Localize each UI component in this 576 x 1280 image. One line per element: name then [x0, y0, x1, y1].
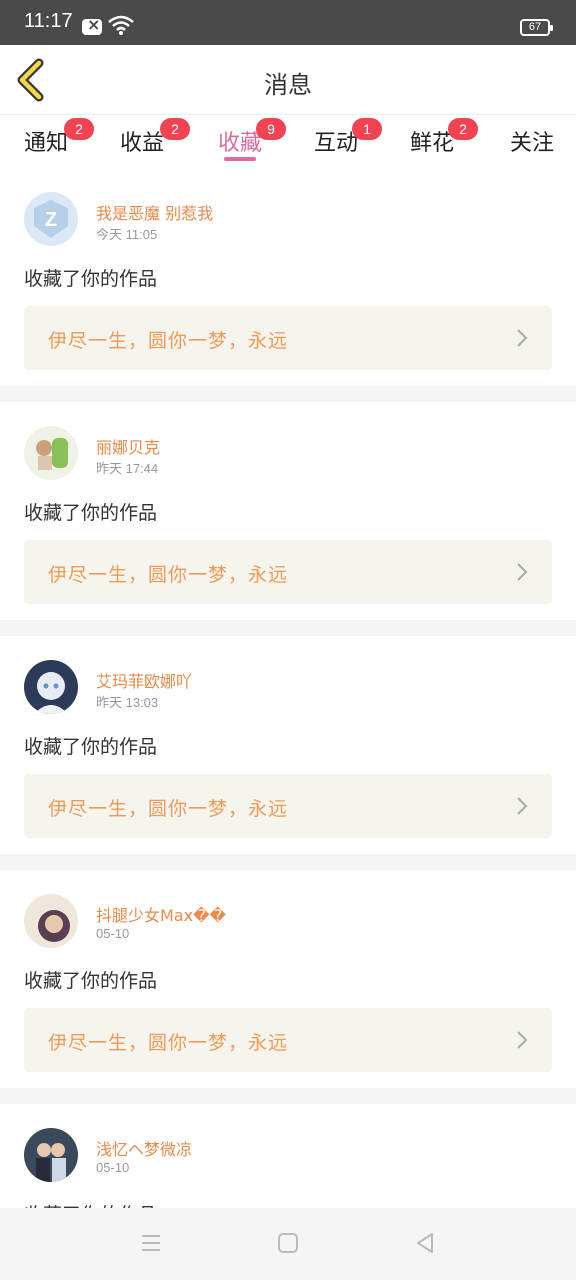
- header: 消息: [0, 45, 576, 115]
- work-link[interactable]: 伊尽一生，圆你一梦，永远: [24, 306, 552, 370]
- message-time: 昨天 13:03: [96, 695, 159, 710]
- work-title: 伊尽一生，圆你一梦，永远: [48, 798, 289, 820]
- status-bar: 11:17 67: [0, 0, 576, 45]
- status-time: 11:17: [24, 10, 73, 32]
- tab-badge: 2: [160, 118, 190, 140]
- message-time: 05-10: [96, 1160, 130, 1175]
- tab-label: 通知: [24, 131, 69, 156]
- divider: [0, 1088, 576, 1104]
- message-card: 抖腿少女Max�� 05-10 收藏了你的作品 伊尽一生，圆你一梦，永远: [0, 870, 576, 1088]
- message-card: 丽娜贝克 昨天 17:44 收藏了你的作品 伊尽一生，圆你一梦，永远: [0, 402, 576, 620]
- battery-icon: 67: [520, 19, 553, 36]
- action-text: 收藏了你的作品: [24, 970, 158, 992]
- work-title: 伊尽一生，圆你一梦，永远: [48, 1032, 289, 1054]
- tab-interaction[interactable]: 互动 1: [314, 118, 382, 157]
- work-link[interactable]: 伊尽一生，圆你一梦，永远: [24, 540, 552, 604]
- work-link[interactable]: 伊尽一生，圆你一梦，永远: [24, 1008, 552, 1072]
- tab-follow[interactable]: 关注: [510, 125, 554, 157]
- page-title: 消息: [264, 71, 312, 99]
- work-link[interactable]: 伊尽一生，圆你一梦，永远: [24, 774, 552, 838]
- chevron-right-icon: [517, 797, 528, 815]
- message-card: 浅忆ヘ梦微凉 05-10 收藏了你的作品: [0, 1104, 576, 1208]
- divider: [0, 620, 576, 636]
- action-text: 收藏了你的作品: [24, 1200, 157, 1208]
- tab-notice[interactable]: 通知 2: [24, 118, 94, 157]
- menu-icon[interactable]: [138, 1230, 164, 1256]
- action-text: 收藏了你的作品: [24, 736, 158, 758]
- chevron-right-icon: [517, 329, 528, 347]
- tab-badge: 2: [448, 118, 478, 140]
- message-card: Z 我是恶魔 别惹我 今天 11:05 收藏了你的作品 伊尽一生，圆你一梦，永远: [0, 168, 576, 386]
- chevron-right-icon: [517, 563, 528, 581]
- user-name[interactable]: 浅忆ヘ梦微凉: [96, 1136, 192, 1160]
- tab-badge: 1: [352, 118, 382, 140]
- avatar[interactable]: [24, 894, 78, 948]
- tab-badge: 2: [64, 118, 94, 140]
- tab-flowers[interactable]: 鲜花 2: [410, 118, 478, 157]
- avatar[interactable]: [24, 1128, 78, 1182]
- user-name[interactable]: 抖腿少女Max��: [96, 902, 226, 926]
- chevron-right-icon: [517, 1031, 528, 1049]
- tab-favorites[interactable]: 收藏 9: [218, 118, 286, 157]
- active-tab-indicator: [224, 157, 256, 161]
- system-nav-bar: [0, 1208, 576, 1280]
- tab-label: 关注: [510, 131, 555, 156]
- tab-label: 收益: [120, 131, 165, 156]
- tab-label: 互动: [314, 131, 359, 156]
- work-title: 伊尽一生，圆你一梦，永远: [48, 330, 289, 352]
- message-time: 昨天 17:44: [96, 461, 159, 476]
- tab-badge: 9: [256, 118, 286, 140]
- tab-label: 收藏: [218, 131, 263, 156]
- work-title: 伊尽一生，圆你一梦，永远: [48, 564, 289, 586]
- back-triangle-icon[interactable]: [412, 1230, 438, 1256]
- user-name[interactable]: 我是恶魔 别惹我: [96, 200, 213, 224]
- avatar[interactable]: [24, 660, 78, 714]
- tab-bar: 通知 2 收益 2 收藏 9 互动 1 鲜花 2 关注: [0, 115, 576, 167]
- wifi-icon: [108, 15, 134, 35]
- home-icon[interactable]: [275, 1230, 301, 1256]
- divider: [0, 854, 576, 870]
- avatar[interactable]: Z: [24, 192, 78, 246]
- user-name[interactable]: 丽娜贝克: [96, 434, 160, 458]
- avatar[interactable]: [24, 426, 78, 480]
- divider: [0, 386, 576, 402]
- tab-label: 鲜花: [410, 131, 455, 156]
- user-name[interactable]: 艾玛菲欧娜吖: [96, 668, 192, 692]
- message-card: 艾玛菲欧娜吖 昨天 13:03 收藏了你的作品 伊尽一生，圆你一梦，永远: [0, 636, 576, 854]
- message-time: 05-10: [96, 926, 130, 941]
- action-text: 收藏了你的作品: [24, 268, 158, 290]
- action-text: 收藏了你的作品: [24, 502, 158, 524]
- svg-text:Z: Z: [45, 209, 57, 231]
- message-time: 今天 11:05: [96, 227, 158, 242]
- notification-icon: [82, 15, 102, 35]
- tab-income[interactable]: 收益 2: [120, 118, 190, 157]
